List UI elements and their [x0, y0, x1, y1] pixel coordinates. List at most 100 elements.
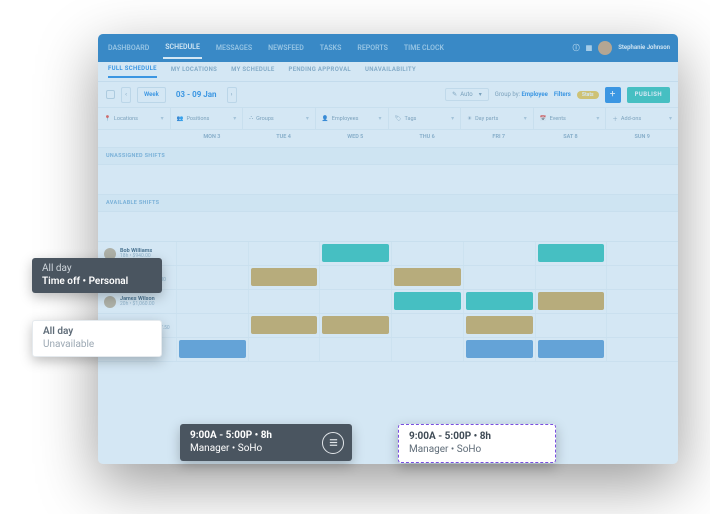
shift-block[interactable]: [538, 340, 605, 358]
schedule-cell[interactable]: [463, 242, 535, 265]
filters-button[interactable]: Filters: [554, 91, 571, 98]
calendar-icon: 📅: [540, 116, 547, 122]
schedule-cell[interactable]: [248, 338, 320, 361]
schedule-cell[interactable]: [463, 266, 535, 289]
shift-block[interactable]: [394, 268, 461, 286]
nav-reports[interactable]: REPORTS: [355, 44, 389, 52]
shift-block[interactable]: [466, 316, 533, 334]
nav-messages[interactable]: MESSAGES: [214, 44, 254, 52]
schedule-cell[interactable]: [319, 290, 391, 313]
employee-row: Chris Miller12h 30min • $540.00: [98, 266, 678, 290]
schedule-cell[interactable]: [391, 314, 463, 337]
shift-block[interactable]: [179, 340, 246, 358]
schedule-cell[interactable]: [248, 290, 320, 313]
schedule-cell[interactable]: [319, 266, 391, 289]
group-by-value[interactable]: Employee: [522, 91, 548, 98]
filter-employees[interactable]: 👤Employees▾: [316, 108, 389, 129]
shift-block[interactable]: [538, 292, 605, 310]
schedule-cell[interactable]: [463, 314, 535, 337]
schedule-cell[interactable]: [535, 290, 607, 313]
nav-timeclock[interactable]: TIME CLOCK: [402, 44, 446, 52]
schedule-cell[interactable]: [248, 242, 320, 265]
filter-positions[interactable]: 👥Positions▾: [171, 108, 244, 129]
employee-name-cell[interactable]: James Wilson20h • $1,060.00: [98, 290, 176, 313]
plus-icon: ＋: [612, 115, 618, 123]
select-all-checkbox[interactable]: [106, 90, 115, 99]
schedule-cell[interactable]: [535, 314, 607, 337]
schedule-cell[interactable]: [248, 266, 320, 289]
day-col-sun: SUN 9: [606, 130, 678, 147]
filter-dayparts[interactable]: ☀Day parts▾: [461, 108, 534, 129]
grid-icon[interactable]: ▦: [586, 44, 593, 52]
shift-block[interactable]: [466, 340, 533, 358]
schedule-cell[interactable]: [319, 338, 391, 361]
nav-dashboard[interactable]: DASHBOARD: [106, 44, 151, 52]
schedule-cell[interactable]: [535, 338, 607, 361]
schedule-cell[interactable]: [606, 266, 678, 289]
help-icon[interactable]: ⓘ: [573, 43, 580, 53]
schedule-cell[interactable]: [606, 290, 678, 313]
schedule-cell[interactable]: [176, 290, 248, 313]
day-col-mon: MON 3: [176, 130, 248, 147]
schedule-cell[interactable]: [606, 242, 678, 265]
shift-block[interactable]: [322, 244, 389, 262]
available-row[interactable]: [98, 212, 678, 242]
magic-icon: ✎: [452, 91, 457, 98]
schedule-cell[interactable]: [391, 290, 463, 313]
schedule-cell[interactable]: [606, 338, 678, 361]
employee-grid: Bob Williams18h • $940.00Chris Miller12h…: [98, 242, 678, 362]
shift-block[interactable]: [251, 316, 318, 334]
nav-tasks[interactable]: TASKS: [318, 44, 344, 52]
schedule-cell[interactable]: [391, 266, 463, 289]
schedule-cell[interactable]: [176, 242, 248, 265]
schedule-cell[interactable]: [391, 242, 463, 265]
filter-locations[interactable]: 📍Locations▾: [98, 108, 171, 129]
schedule-cell[interactable]: [176, 266, 248, 289]
subnav-mylocations[interactable]: MY LOCATIONS: [171, 66, 217, 77]
date-range[interactable]: 03 - 09 Jan: [172, 90, 221, 99]
subnav-full[interactable]: FULL SCHEDULE: [108, 65, 157, 78]
filter-addons[interactable]: ＋Add-ons▾: [606, 108, 678, 129]
unassigned-row[interactable]: [98, 165, 678, 195]
schedule-cell[interactable]: [176, 338, 248, 361]
schedule-cell[interactable]: [391, 338, 463, 361]
filter-bar: 📍Locations▾ 👥Positions▾ ⛬Groups▾ 👤Employ…: [98, 108, 678, 130]
range-selector[interactable]: Week: [137, 87, 166, 103]
publish-button[interactable]: PUBLISH: [627, 87, 670, 103]
shift-block[interactable]: [394, 292, 461, 310]
schedule-cell[interactable]: [319, 314, 391, 337]
shift-block[interactable]: [322, 316, 389, 334]
filter-tags[interactable]: 🏷Tags▾: [389, 108, 462, 129]
schedule-cell[interactable]: [535, 242, 607, 265]
add-button[interactable]: +: [605, 87, 621, 103]
callout-unavailable: All day Unavailable: [32, 320, 162, 357]
filter-groups[interactable]: ⛬Groups▾: [243, 108, 316, 129]
next-week-button[interactable]: ›: [227, 87, 237, 103]
prev-week-button[interactable]: ‹: [121, 87, 131, 103]
shift-block[interactable]: [251, 268, 318, 286]
callout-shift-dark[interactable]: 9:00A - 5:00P • 8h Manager • SoHo: [180, 424, 352, 461]
schedule-cell[interactable]: [463, 338, 535, 361]
topnav-icons: ⓘ ▦ Stephanie Johnson: [573, 41, 670, 55]
schedule-cell[interactable]: [319, 242, 391, 265]
shift-block[interactable]: [538, 244, 605, 262]
subnav-myschedule[interactable]: MY SCHEDULE: [231, 66, 274, 77]
stats-badge[interactable]: Stats: [577, 91, 599, 99]
tag-icon: 🏷: [395, 116, 402, 122]
nav-newsfeed[interactable]: NEWSFEED: [266, 44, 306, 52]
toolbar: ‹ Week 03 - 09 Jan › ✎Auto▾ Group by: Em…: [98, 82, 678, 108]
schedule-cell[interactable]: [248, 314, 320, 337]
nav-schedule[interactable]: SCHEDULE: [163, 43, 202, 59]
schedule-cell[interactable]: [535, 266, 607, 289]
auto-schedule-button[interactable]: ✎Auto▾: [445, 88, 489, 101]
shift-block[interactable]: [466, 292, 533, 310]
list-icon[interactable]: [322, 432, 344, 454]
filter-events[interactable]: 📅Events▾: [534, 108, 607, 129]
callout-shift-dashed[interactable]: 9:00A - 5:00P • 8h Manager • SoHo: [398, 424, 556, 463]
schedule-cell[interactable]: [463, 290, 535, 313]
subnav-unavailability[interactable]: UNAVAILABILITY: [365, 66, 416, 77]
schedule-cell[interactable]: [606, 314, 678, 337]
subnav-pending[interactable]: PENDING APPROVAL: [289, 66, 351, 77]
avatar[interactable]: [598, 41, 612, 55]
schedule-cell[interactable]: [176, 314, 248, 337]
